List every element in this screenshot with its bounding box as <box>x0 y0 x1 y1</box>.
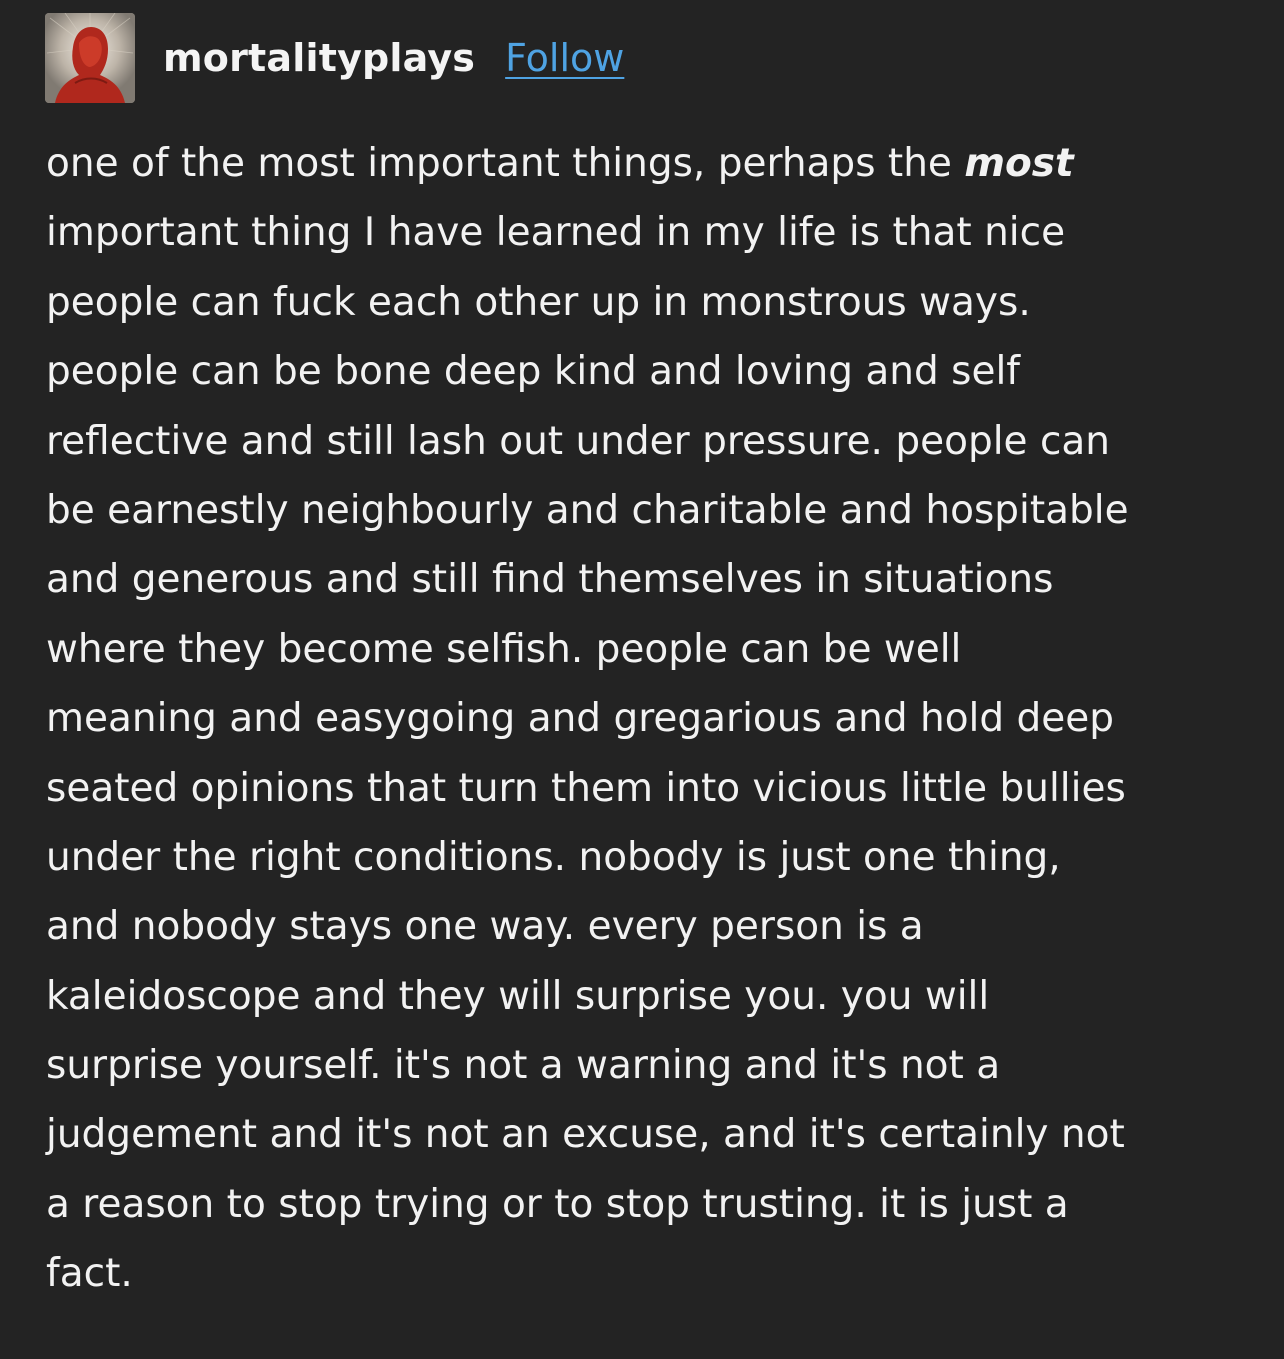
post-line: judgement and it's not an excuse, and it… <box>46 1112 1125 1158</box>
post-line: people can fuck each other up in monstro… <box>46 279 1031 325</box>
post-line: kaleidoscope and they will surprise you.… <box>46 973 990 1019</box>
avatar[interactable] <box>45 13 135 103</box>
post-line-text: one of the most important things, perhap… <box>46 141 965 186</box>
post-line: meaning and easygoing and gregarious and… <box>46 696 1115 742</box>
post-header: mortalityplays Follow <box>45 13 624 103</box>
post-line: reflective and still lash out under pres… <box>46 418 1111 464</box>
post-body: one of the most important things, perhap… <box>46 129 1261 1309</box>
post-line: and generous and still find themselves i… <box>46 557 1054 603</box>
username[interactable]: mortalityplays <box>163 36 475 80</box>
post-line: and nobody stays one way. every person i… <box>46 904 924 950</box>
emphasis-text: most <box>964 141 1074 186</box>
post-line: where they become selfish. people can be… <box>46 626 962 672</box>
post-line: a reason to stop trying or to stop trust… <box>46 1181 1069 1227</box>
post-line: important thing I have learned in my lif… <box>46 210 1066 256</box>
red-figure-avatar-icon <box>45 13 135 103</box>
follow-button[interactable]: Follow <box>505 36 624 80</box>
post-line: be earnestly neighbourly and charitable … <box>46 487 1129 533</box>
post-line: people can be bone deep kind and loving … <box>46 349 1021 395</box>
post-line: surprise yourself. it's not a warning an… <box>46 1043 1001 1089</box>
post-line: fact. <box>46 1251 133 1297</box>
tumblr-post: mortalityplays Follow one of the most im… <box>0 0 1284 1359</box>
post-line: seated opinions that turn them into vici… <box>46 765 1126 811</box>
post-line: one of the most important things, perhap… <box>46 129 1261 198</box>
post-line: under the right conditions. nobody is ju… <box>46 834 1061 880</box>
